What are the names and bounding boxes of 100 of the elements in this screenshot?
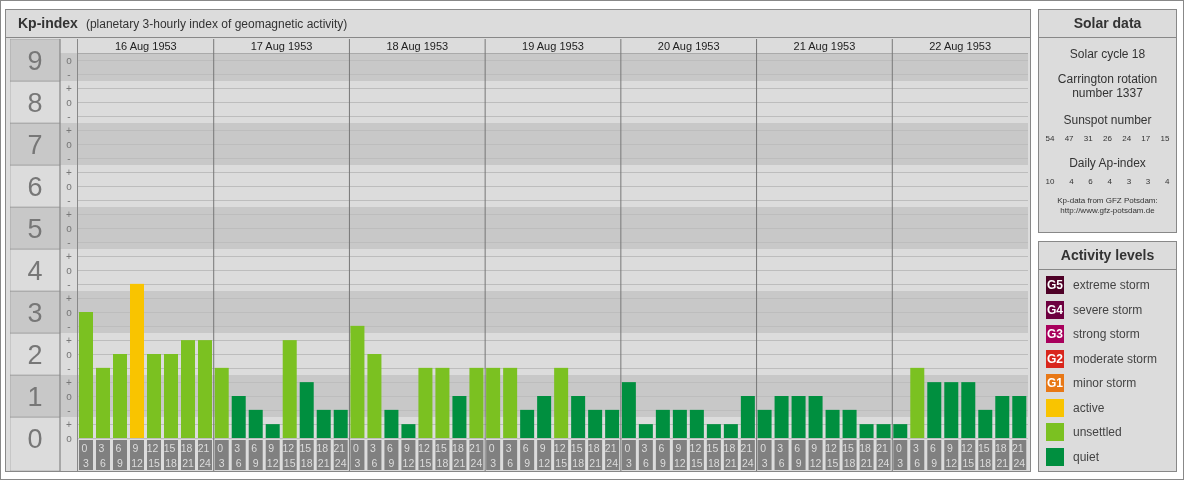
time-range-label: 15 18 (570, 440, 586, 470)
y-tick-label: 5 (27, 214, 43, 244)
x-tick-label: 6 9 (387, 442, 395, 469)
x-tick-label: 6 9 (522, 442, 531, 469)
time-range-label: 6 9 (248, 440, 263, 470)
time-range-label: 12 15 (146, 440, 161, 470)
y-tick-label: 1 (27, 382, 43, 412)
x-tick-label: 3 6 (234, 442, 242, 469)
time-range-label: 3 6 (367, 440, 382, 470)
time-range-label: 18 21 (452, 440, 467, 470)
level-label: unsettled (1073, 424, 1122, 441)
time-range-label: 9 12 (672, 440, 687, 470)
time-range-label: 9 12 (130, 440, 144, 470)
minor-tick-label: o (66, 306, 72, 318)
date-label: 18 Aug 1953 (386, 40, 449, 52)
minor-tick-label: o (66, 138, 72, 150)
y-axis-label: 5 (10, 206, 61, 250)
y-axis-label: 0 (10, 416, 61, 471)
minor-tick-label: o (66, 432, 72, 444)
solar-cycle-text: Solar cycle 18 (1069, 46, 1146, 63)
x-tick-label: 3 6 (505, 442, 514, 469)
time-range-label: 9 12 (265, 440, 280, 470)
time-range-label: 21 24 (333, 440, 348, 470)
x-tick-label: 0 3 (895, 442, 904, 469)
ap-index-value: 3 (1126, 176, 1132, 188)
y-axis-label: 6 (10, 164, 61, 208)
minor-tick-label: - (67, 68, 71, 80)
minor-tick-label: - (67, 320, 71, 332)
sunspot-label: Sunspot number (1063, 112, 1152, 129)
x-tick-label: 6 9 (794, 442, 802, 469)
minor-tick-label: o (66, 390, 72, 402)
time-range-label: 15 18 (706, 440, 721, 470)
carrington-rotation-text: Carrington rotation number 1337 (1056, 72, 1159, 100)
time-range-label: 18 21 (316, 440, 331, 470)
minor-tick-label: + (66, 208, 72, 220)
date-label: 16 Aug 1953 (114, 40, 177, 52)
time-range-label: 0 3 (893, 440, 908, 470)
sunspot-number: 54 (1045, 133, 1055, 145)
minor-tick-label: + (66, 166, 72, 178)
sunspot-number: 24 (1122, 133, 1132, 145)
y-tick-label: 6 (27, 172, 43, 202)
y-axis-label: 3 (10, 290, 61, 334)
time-range-label: 18 21 (723, 440, 738, 470)
minor-tick-label: o (66, 96, 72, 108)
time-range-label: 6 9 (520, 440, 535, 470)
level-badge: G4 (1046, 300, 1064, 319)
y-axis-label: 7 (10, 122, 61, 166)
time-range-label: 6 9 (655, 440, 670, 470)
minor-tick-label: - (67, 236, 71, 248)
time-range-label: 3 6 (638, 440, 653, 470)
time-range-label: 15 18 (299, 440, 314, 470)
minor-tick-label: + (66, 334, 72, 346)
time-range-label: 12 15 (282, 440, 297, 470)
x-tick-label: 6 9 (658, 442, 666, 469)
time-range-label: 18 21 (995, 440, 1010, 470)
time-range-label: 3 6 (774, 440, 789, 470)
time-range-label: 12 15 (418, 440, 433, 470)
minor-tick-label: + (66, 376, 72, 388)
time-range-label: 15 18 (978, 440, 993, 470)
minor-tick-label: + (66, 250, 72, 262)
time-range-label: 9 12 (537, 440, 552, 470)
time-range-label: 6 9 (113, 440, 127, 470)
time-range-label: 3 6 (503, 440, 518, 470)
time-range-label: 21 24 (1012, 440, 1027, 470)
minor-tick-label: o (66, 222, 72, 234)
ap-index-value: 3 (1145, 176, 1151, 188)
panel-subtitle: (planetary 3-hourly index of geomagnetic activity) (85, 15, 348, 33)
time-range-label: 3 6 (231, 440, 246, 470)
minor-tick-label: - (67, 110, 71, 122)
time-range-label: 18 21 (859, 440, 874, 470)
sunspot-number: 47 (1064, 133, 1074, 145)
time-range-label: 12 15 (825, 440, 840, 470)
time-range-label: 3 6 (96, 440, 110, 470)
x-tick-label: 3 6 (777, 442, 785, 469)
x-tick-label: 6 9 (251, 442, 259, 469)
source-link[interactable]: http://www.gfz-potsdam.de (1060, 206, 1155, 216)
level-badge: G1 (1046, 374, 1064, 392)
level-badge: G2 (1046, 349, 1064, 368)
x-tick-label: 6 9 (929, 442, 938, 469)
y-tick-label: 8 (27, 88, 43, 118)
time-range-label: 6 9 (384, 440, 399, 470)
ap-index-value: 4 (1165, 176, 1170, 188)
y-tick-label: 9 (27, 46, 43, 76)
minor-tick-label: o (66, 54, 72, 66)
minor-tick-label: - (67, 404, 71, 416)
time-range-label: 9 12 (401, 440, 416, 470)
y-axis-label: 2 (10, 332, 61, 376)
minor-tick-label: + (66, 418, 72, 430)
time-range-label: 18 21 (587, 440, 603, 470)
time-range-label: 12 15 (961, 440, 976, 470)
time-range-label: 21 24 (604, 440, 620, 470)
minor-tick-label: - (67, 152, 71, 164)
date-label: 17 Aug 1953 (250, 40, 313, 52)
time-range-label: 15 18 (435, 440, 450, 470)
minor-tick-label: o (66, 264, 72, 276)
level-label: quiet (1073, 448, 1100, 466)
panel-title: Activity levels (1039, 242, 1176, 270)
x-tick-label: 3 6 (370, 442, 378, 469)
level-label: moderate storm (1073, 350, 1158, 368)
time-range-label: 9 12 (808, 440, 823, 470)
